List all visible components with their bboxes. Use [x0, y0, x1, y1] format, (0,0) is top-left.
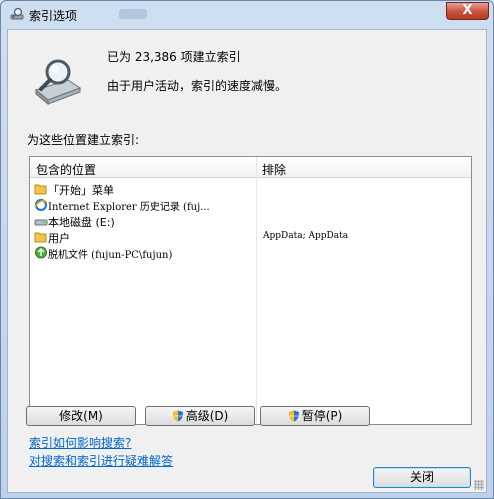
search-drive-icon [30, 56, 84, 106]
resize-grip[interactable] [474, 480, 484, 490]
title-blurred-region [119, 9, 147, 19]
column-header-included[interactable]: 包含的位置 [36, 161, 96, 178]
indexed-locations-list[interactable]: 包含的位置 排除 「开始」菜单 Internet Explorer 历史记录 (… [29, 156, 472, 425]
indexed-count-text: 已为 23,386 项建立索引 [107, 50, 241, 64]
how-indexing-affects-search-link[interactable]: 索引如何影响搜索? [29, 434, 131, 451]
location-name: 脱机文件 (fujun-PC\fujun) [48, 250, 173, 261]
section-label: 为这些位置建立索引: [27, 133, 140, 147]
column-header-exclude[interactable]: 排除 [262, 161, 286, 178]
pause-button[interactable]: 暂停(P) [260, 406, 370, 426]
dialog-body: 已为 23,386 项建立索引 由于用户活动，索引的速度减慢。 为这些位置建立索… [7, 29, 487, 493]
ie-icon [34, 198, 48, 212]
location-name: 本地磁盘 (E:) [48, 216, 115, 229]
offline-files-icon [34, 246, 48, 259]
indexing-options-window: 索引选项 X 已为 23,386 项建立索引 由于用户活动，索引的速度减慢。 为… [0, 0, 494, 499]
list-item[interactable]: 「开始」菜单 [34, 181, 470, 197]
folder-icon [34, 230, 48, 243]
uac-shield-icon [288, 409, 300, 422]
troubleshoot-link[interactable]: 对搜索和索引进行疑难解答 [29, 452, 173, 469]
pause-button-label: 暂停(P) [301, 409, 343, 423]
close-button[interactable]: 关闭 [373, 467, 471, 488]
location-name: 用户 [48, 232, 70, 245]
list-item[interactable]: 本地磁盘 (E:) [34, 213, 470, 229]
advanced-button[interactable]: 高级(D) [145, 406, 255, 426]
index-speed-status: 由于用户活动，索引的速度减慢。 [107, 79, 288, 93]
exclude-value: AppData; AppData [263, 231, 349, 241]
list-item[interactable]: 脱机文件 (fujun-PC\fujun) [34, 245, 470, 261]
drive-icon [34, 214, 48, 227]
uac-shield-icon [172, 409, 184, 422]
list-item[interactable]: Internet Explorer 历史记录 (fuj... [34, 197, 470, 213]
list-header: 包含的位置 排除 [30, 157, 471, 178]
list-item[interactable]: 用户 AppData; AppData [34, 229, 470, 245]
window-close-button[interactable]: X [446, 2, 489, 20]
modify-button[interactable]: 修改(M) [26, 406, 136, 426]
advanced-button-label: 高级(D) [185, 409, 229, 423]
folder-icon [34, 182, 48, 195]
location-name: Internet Explorer 历史记录 (fuj... [48, 202, 210, 213]
title-bar[interactable]: 索引选项 X [1, 1, 493, 27]
window-title: 索引选项 [29, 9, 78, 23]
location-name: 「开始」菜单 [48, 184, 114, 197]
indexing-options-icon [9, 6, 25, 22]
